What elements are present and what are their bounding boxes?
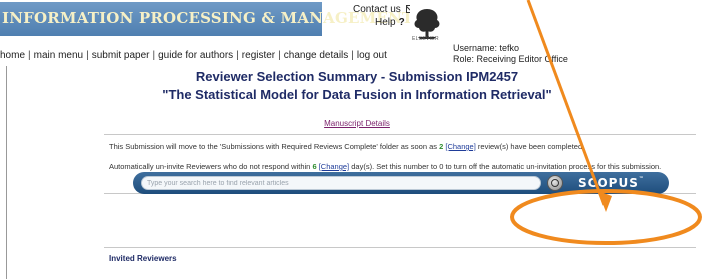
divider <box>104 247 696 248</box>
scopus-trademark: ™ <box>638 176 645 182</box>
user-info: Username: tefko Role: Receiving Editor O… <box>453 43 568 65</box>
uninvite-days-count: 6 <box>312 162 317 171</box>
nav-separator: | <box>236 50 239 61</box>
search-input[interactable] <box>141 176 541 190</box>
nav-log-out[interactable]: log out <box>357 50 387 61</box>
manuscript-title: "The Statistical Model for Data Fusion i… <box>162 87 552 102</box>
nav-submit-paper[interactable]: submit paper <box>92 50 150 61</box>
page-header: INFORMATION PROCESSING & MANAGEMENT Cont… <box>0 0 708 47</box>
top-navigation: home | main menu | submit paper | guide for au… <box>0 50 387 61</box>
nav-separator: | <box>278 50 281 61</box>
scopus-logo[interactable]: SCOPUS™ <box>578 176 645 190</box>
scopus-search-bar: SCOPUS™ <box>133 172 669 194</box>
nav-home[interactable]: home <box>0 50 25 61</box>
page-title: Reviewer Selection Summary - Submission … <box>195 69 519 84</box>
contact-us-link[interactable]: Contact us <box>353 4 418 15</box>
nav-guide-for-authors[interactable]: guide for authors <box>158 50 233 61</box>
journal-banner[interactable]: INFORMATION PROCESSING & MANAGEMENT <box>0 2 413 36</box>
nav-separator: | <box>152 50 156 61</box>
nav-separator: | <box>28 50 31 61</box>
help-question-icon: ? <box>398 17 405 28</box>
help-link[interactable]: Help? <box>375 17 405 28</box>
nav-change-details[interactable]: change details <box>284 50 349 61</box>
manuscript-details-link[interactable]: Manuscript Details <box>6 119 708 128</box>
nav-separator: | <box>86 50 89 61</box>
notice-text: day(s). Set this number to 0 to turn off… <box>349 162 662 171</box>
notice-text: review(s) have been completed. <box>475 142 585 151</box>
contact-us-label: Contact us <box>353 4 401 15</box>
change-required-reviews-link[interactable]: [Change] <box>445 142 475 151</box>
help-label: Help <box>375 17 396 28</box>
required-reviews-count: 2 <box>439 142 444 151</box>
uninvite-notice: Automatically un-invite Reviewers who do… <box>109 161 697 172</box>
journal-title: INFORMATION PROCESSING & MANAGEMENT <box>2 9 414 27</box>
nav-register[interactable]: register <box>242 50 275 61</box>
notice-text: Automatically un-invite Reviewers who do… <box>109 162 313 171</box>
invited-reviewers-heading: Invited Reviewers <box>109 254 177 263</box>
publisher-wordmark: ELSEVIER <box>412 36 439 42</box>
notice-text: This Submission will move to the 'Submis… <box>109 142 440 151</box>
divider <box>104 134 696 135</box>
nav-separator: | <box>351 50 354 61</box>
username-line: Username: tefko <box>453 43 520 53</box>
required-reviews-notice: This Submission will move to the 'Submis… <box>109 141 694 152</box>
magnifier-icon[interactable] <box>547 175 563 191</box>
role-line: Role: Receiving Editor Office <box>453 54 568 64</box>
scopus-wordmark: SCOPUS <box>578 176 639 190</box>
nav-main-menu[interactable]: main menu <box>34 50 83 61</box>
change-uninvite-days-link[interactable]: [Change] <box>319 162 349 171</box>
